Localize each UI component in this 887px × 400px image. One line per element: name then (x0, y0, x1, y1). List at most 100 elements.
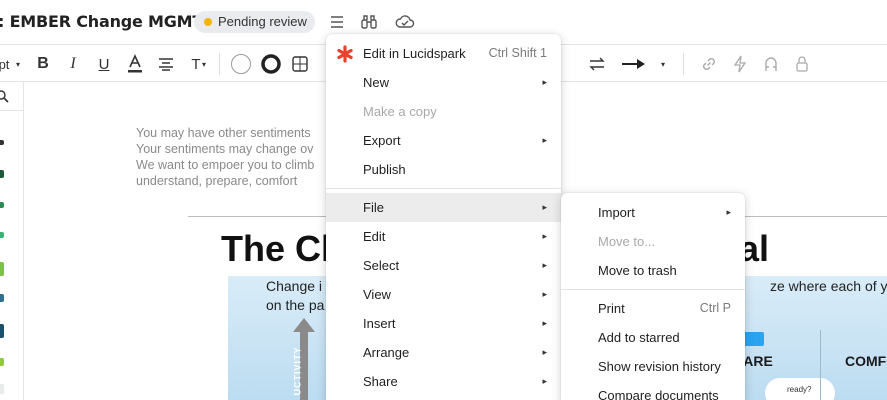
toolbar-divider (683, 53, 684, 75)
menu-item-move-to[interactable]: Move to... (561, 227, 745, 256)
menu-item-label: Move to... (598, 234, 656, 249)
status-dot (204, 18, 212, 26)
cloud-saved-icon[interactable] (394, 11, 416, 33)
menu-item-file[interactable]: File ▸ (326, 193, 561, 222)
text-color-button[interactable] (124, 51, 146, 77)
app-window: : EMBER Change MGMT Pending review pt ▾ … (0, 0, 887, 400)
menu-item-edit-in-lucidspark[interactable]: Edit in Lucidspark Ctrl Shift 1 (326, 39, 561, 68)
shape-swatch[interactable] (0, 202, 4, 208)
shape-swatch[interactable] (0, 170, 4, 178)
line-color-button[interactable] (259, 51, 283, 77)
shape-swatch[interactable] (0, 358, 4, 366)
search-shapes-icon[interactable] (0, 90, 10, 109)
bold-button[interactable]: B (32, 51, 54, 77)
submenu-arrow-icon: ▸ (542, 318, 547, 328)
menu-item-label: Edit in Lucidspark (363, 46, 466, 61)
status-badge[interactable]: Pending review (194, 11, 315, 33)
shape-swatch[interactable] (0, 262, 4, 276)
menu-item-label: Select (363, 258, 400, 273)
lightning-icon[interactable] (729, 51, 751, 77)
menu-item-label: Insert (363, 316, 396, 331)
submenu-arrow-icon: ▸ (542, 289, 547, 299)
strip-divider (0, 110, 24, 111)
menu-item-label: Arrange (363, 345, 410, 360)
sentiments-line: Your sentiments may change ov (136, 142, 314, 156)
menu-item-label: Show revision history (598, 359, 721, 374)
italic-button[interactable]: I (62, 51, 84, 77)
menu-item-label: Move to trash (598, 263, 677, 278)
menu-item-print[interactable]: Print Ctrl P (561, 294, 745, 323)
slide-small-text: ready? (787, 385, 812, 394)
menu-item-label: Export (363, 133, 401, 148)
status-badge-label: Pending review (218, 14, 307, 29)
submenu-arrow-icon: ▸ (542, 231, 547, 241)
menu-item-export[interactable]: Export ▸ (326, 126, 561, 155)
menu-item-new[interactable]: New ▸ (326, 68, 561, 97)
sentiments-line: understand, prepare, comfort (136, 174, 298, 188)
shape-swatch[interactable] (0, 294, 4, 302)
menu-item-arrange[interactable]: Arrange ▸ (326, 338, 561, 367)
menu-item-label: Add to starred (598, 330, 680, 345)
lucidspark-icon (337, 45, 353, 63)
menu-item-share[interactable]: Share ▸ (326, 367, 561, 396)
submenu-arrow-icon: ▸ (542, 376, 547, 386)
shape-swatch[interactable] (0, 384, 4, 394)
arrow-label-box: UCTIVITY (291, 344, 317, 400)
swap-arrows-icon[interactable] (586, 51, 608, 77)
menu-item-view[interactable]: View ▸ (326, 280, 561, 309)
menu-item-label: New (363, 75, 390, 90)
sentiments-text-block[interactable]: You may have other sentiments Your senti… (136, 125, 314, 189)
submenu-arrow-icon: ▸ (726, 207, 731, 217)
menu-icon[interactable] (326, 11, 348, 33)
align-center-icon[interactable] (155, 51, 177, 77)
slide-text: ze where each of you (770, 278, 887, 294)
lock-icon[interactable] (791, 51, 813, 77)
font-size-select[interactable]: pt (0, 51, 10, 77)
submenu-arrow-icon: ▸ (542, 135, 547, 145)
submenu-arrow-icon: ▸ (542, 347, 547, 357)
border-style-icon[interactable] (289, 51, 311, 77)
text-options-dropdown-icon[interactable]: ▾ (199, 51, 209, 77)
sentiments-line: We want to empoer you to climb (136, 158, 315, 172)
magnet-icon[interactable] (760, 51, 782, 77)
menu-item-edit[interactable]: Edit ▸ (326, 222, 561, 251)
binoculars-icon[interactable] (358, 11, 380, 33)
font-size-dropdown-icon[interactable]: ▾ (12, 51, 24, 77)
menu-item-label: File (363, 200, 384, 215)
menu-item-insert[interactable]: Insert ▸ (326, 309, 561, 338)
menu-item-make-a-copy[interactable]: Make a copy (326, 97, 561, 126)
menu-item-label: Compare documents (598, 388, 719, 400)
menu-item-shortcut: Ctrl P (699, 301, 731, 315)
document-title[interactable]: : EMBER Change MGMT (0, 12, 203, 31)
menu-item-import[interactable]: Import ▸ (561, 198, 745, 227)
menu-item-add-to-starred[interactable]: Add to starred (561, 323, 745, 352)
menu-item-label: Print (598, 301, 625, 316)
menu-item-label: Import (598, 205, 635, 220)
menu-item-label: View (363, 287, 391, 302)
menu-item-label: Edit (363, 229, 386, 244)
slide-heading[interactable]: The Cl (221, 228, 331, 270)
shape-swatch[interactable] (0, 232, 4, 238)
menu-item-show-revision-history[interactable]: Show revision history (561, 352, 745, 381)
shape-library-strip (0, 82, 24, 400)
menu-item-publish[interactable]: Publish (326, 155, 561, 184)
menu-item-move-to-trash[interactable]: Move to trash (561, 256, 745, 285)
fill-color-button[interactable] (229, 51, 253, 77)
slide-divider (820, 330, 821, 400)
arrow-label: UCTIVITY (292, 346, 303, 396)
shape-swatch[interactable] (0, 140, 4, 145)
slide-text: Change i (266, 278, 323, 294)
file-submenu: Import ▸ Move to... Move to trash Print … (561, 193, 745, 400)
menu-item-select[interactable]: Select ▸ (326, 251, 561, 280)
main-menu: Edit in Lucidspark Ctrl Shift 1 New ▸ Ma… (326, 34, 561, 400)
menu-item-shortcut: Ctrl Shift 1 (488, 46, 547, 60)
line-end-dropdown-icon[interactable]: ▾ (656, 51, 670, 77)
menu-item-compare-documents[interactable]: Compare documents (561, 381, 745, 400)
line-end-arrow-icon[interactable] (620, 51, 648, 77)
shape-swatch[interactable] (0, 324, 4, 338)
menu-item-label: Publish (363, 162, 406, 177)
link-icon[interactable] (698, 51, 720, 77)
toolbar-divider (219, 53, 220, 75)
blue-marker (742, 332, 764, 346)
underline-button[interactable]: U (93, 51, 115, 77)
